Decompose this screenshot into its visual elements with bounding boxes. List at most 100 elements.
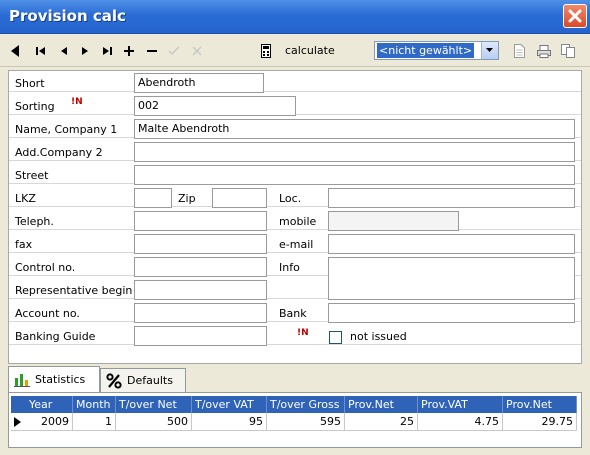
row-divider: [9, 91, 581, 92]
zip-label: Zip: [178, 192, 196, 205]
add-record-button[interactable]: [122, 42, 136, 60]
close-button[interactable]: [563, 4, 587, 28]
table-cell-prov-net-2: 29.75: [503, 413, 577, 431]
not-issued-label: not issued: [350, 330, 407, 343]
short-input[interactable]: Abendroth: [134, 73, 264, 93]
filter-select[interactable]: <nicht gewählt>: [374, 41, 499, 60]
account-no-label: Account no.: [15, 307, 80, 320]
cancel-button[interactable]: [190, 42, 204, 60]
row-divider: [9, 344, 581, 345]
bar-chart-icon: [14, 373, 30, 387]
fax-label: fax: [15, 238, 33, 251]
table-cell-turnover-net: 500: [116, 413, 192, 431]
calculate-label[interactable]: calculate: [285, 44, 335, 57]
required-marker-icon: !N: [297, 328, 309, 338]
table-cell-year: 2009: [11, 413, 73, 431]
address-form: Short Abendroth Sorting !N 002 Name, Com…: [8, 70, 582, 364]
bank-input[interactable]: [328, 303, 575, 323]
teleph-label: Teleph.: [15, 215, 54, 228]
chevron-down-icon[interactable]: [481, 42, 498, 59]
email-label: e-mail: [279, 238, 314, 251]
column-header-prov-net-2[interactable]: Prov.Net: [503, 396, 577, 413]
tab-statistics-label: Statistics: [35, 373, 86, 386]
plus-icon: [124, 46, 134, 56]
bank-label: Bank: [279, 307, 307, 320]
column-header-turnover-net[interactable]: T/over Net: [116, 396, 192, 413]
table-row[interactable]: 2009 1 500 95 595 25 4.75 29.75: [11, 413, 577, 431]
table-cell-turnover-vat: 95: [192, 413, 267, 431]
statistics-table: Year Month T/over Net T/over VAT T/over …: [8, 392, 582, 448]
info-textarea[interactable]: [328, 257, 575, 300]
table-cell-prov-net: 25: [345, 413, 418, 431]
document-icon: [513, 44, 525, 58]
next-record-icon: [82, 47, 88, 55]
zip-input[interactable]: [212, 188, 267, 208]
copy-icon: [561, 44, 575, 58]
tab-statistics[interactable]: Statistics: [8, 366, 100, 392]
table-cell-month: 1: [73, 413, 116, 431]
cancel-x-icon: [192, 46, 202, 56]
loc-label: Loc.: [279, 192, 302, 205]
column-header-month[interactable]: Month: [73, 396, 116, 413]
first-record-icon: [36, 47, 45, 55]
mobile-input[interactable]: [328, 211, 459, 231]
row-pointer-icon: [14, 417, 21, 427]
column-header-turnover-vat[interactable]: T/over VAT: [192, 396, 267, 413]
short-label: Short: [15, 77, 45, 90]
checkmark-icon: [168, 46, 180, 56]
column-header-year[interactable]: Year: [11, 396, 73, 413]
add-company2-label: Add.Company 2: [15, 146, 103, 159]
percent-icon: [106, 372, 122, 389]
name-company1-label: Name, Company 1: [15, 123, 118, 136]
column-header-turnover-gross[interactable]: T/over Gross: [267, 396, 345, 413]
calculator-button[interactable]: [259, 42, 273, 60]
row-divider: [9, 229, 581, 230]
printer-icon: [537, 44, 551, 58]
fax-input[interactable]: [134, 234, 267, 254]
last-record-icon: [103, 47, 112, 55]
not-issued-checkbox[interactable]: [329, 331, 342, 344]
lkz-input[interactable]: [134, 188, 172, 208]
info-label: Info: [279, 261, 300, 274]
confirm-button[interactable]: [167, 42, 181, 60]
add-company2-input[interactable]: [134, 142, 575, 162]
control-no-label: Control no.: [15, 261, 76, 274]
control-no-input[interactable]: [134, 257, 267, 277]
banking-guide-label: Banking Guide: [15, 330, 96, 343]
last-record-button[interactable]: [100, 42, 114, 60]
mobile-label: mobile: [279, 215, 317, 228]
table-cell-prov-vat: 4.75: [418, 413, 503, 431]
next-record-button[interactable]: [78, 42, 92, 60]
loc-input[interactable]: [328, 188, 575, 208]
print-button[interactable]: [536, 42, 552, 60]
filter-select-value: <nicht gewählt>: [377, 43, 475, 58]
previous-record-button[interactable]: [57, 42, 71, 60]
back-button[interactable]: [9, 42, 23, 60]
required-marker-icon: !N: [71, 97, 83, 107]
representative-begin-input[interactable]: [134, 280, 267, 300]
tab-defaults[interactable]: Defaults: [100, 368, 186, 392]
column-header-prov-vat[interactable]: Prov.VAT: [418, 396, 503, 413]
name-company1-input[interactable]: Malte Abendroth: [134, 119, 575, 139]
copy-button[interactable]: [560, 42, 576, 60]
calculator-icon: [261, 44, 271, 58]
table-cell-turnover-gross: 595: [267, 413, 345, 431]
teleph-input[interactable]: [134, 211, 267, 231]
previous-record-icon: [61, 47, 67, 55]
street-input[interactable]: [134, 165, 575, 185]
window-title: Provision calc: [9, 7, 126, 25]
sorting-label: Sorting: [15, 100, 55, 113]
banking-guide-input[interactable]: [134, 326, 267, 346]
document-button[interactable]: [512, 42, 526, 60]
account-no-input[interactable]: [134, 303, 267, 323]
table-header: Year Month T/over Net T/over VAT T/over …: [11, 396, 577, 413]
sorting-input[interactable]: 002: [134, 96, 296, 116]
first-record-button[interactable]: [34, 42, 48, 60]
delete-record-button[interactable]: [145, 42, 159, 60]
title-bar: Provision calc: [0, 0, 590, 34]
representative-begin-label: Representative begin: [15, 284, 133, 297]
toolbar: calculate <nicht gewählt>: [0, 34, 590, 67]
column-header-prov-net[interactable]: Prov.Net: [345, 396, 418, 413]
email-input[interactable]: [328, 234, 575, 254]
tab-defaults-label: Defaults: [127, 374, 173, 387]
